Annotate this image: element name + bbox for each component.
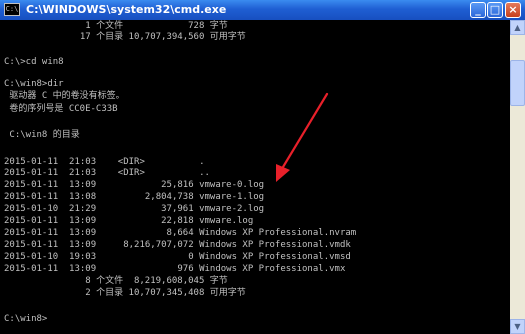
console-line: 2 个目录 10,707,345,408 可用字节 <box>4 288 246 298</box>
minimize-button[interactable]: _ <box>470 2 486 18</box>
console-line: 1 个文件 728 字节 <box>4 21 228 31</box>
console-line: C:\>cd win8 <box>4 57 64 67</box>
console-line: 卷的序列号是 CC0E-C33B <box>4 104 118 114</box>
console-output[interactable]: 1 个文件 728 字节 17 个目录 10,707,394,560 可用字节 … <box>0 20 510 334</box>
cmd-window: C:\ C:\WINDOWS\system32\cmd.exe _ □ × 1 … <box>0 0 525 334</box>
window-title: C:\WINDOWS\system32\cmd.exe <box>26 3 227 16</box>
scrollbar-thumb[interactable] <box>510 60 525 106</box>
console-line: 2015-01-11 13:09 976 Windows XP Professi… <box>4 264 346 274</box>
console-line: 驱动器 C 中的卷没有标签。 <box>4 91 125 101</box>
close-button[interactable]: × <box>505 2 521 18</box>
console-line: 8 个文件 8,219,608,045 字节 <box>4 276 228 286</box>
console-line: 17 个目录 10,707,394,560 可用字节 <box>4 32 246 42</box>
console-line: 2015-01-11 13:09 25,816 vmware-0.log <box>4 180 265 190</box>
console-line: 2015-01-11 13:08 2,804,738 vmware-1.log <box>4 192 265 202</box>
cmd-app-icon[interactable]: C:\ <box>4 3 20 16</box>
console-line: C:\win8 的目录 <box>4 130 80 140</box>
title-bar[interactable]: C:\ C:\WINDOWS\system32\cmd.exe _ □ × <box>0 0 525 20</box>
console-line: 2015-01-11 21:03 <DIR> .. <box>4 168 210 178</box>
console-prompt: C:\win8> <box>4 314 48 324</box>
console-line: 2015-01-11 13:09 22,818 vmware.log <box>4 216 254 226</box>
console-line: C:\win8>dir <box>4 79 64 89</box>
scroll-down-arrow-icon[interactable]: ▼ <box>510 319 525 334</box>
vertical-scrollbar[interactable]: ▲ ▼ <box>510 20 525 334</box>
console-line: 2015-01-11 13:09 8,664 Windows XP Profes… <box>4 228 357 238</box>
console-line: 2015-01-10 19:03 0 Windows XP Profession… <box>4 252 351 262</box>
console-line: 2015-01-11 21:03 <DIR> . <box>4 157 205 167</box>
maximize-button[interactable]: □ <box>487 2 503 18</box>
console-line: 2015-01-10 21:29 37,961 vmware-2.log <box>4 204 265 214</box>
console-line: 2015-01-11 13:09 8,216,707,072 Windows X… <box>4 240 351 250</box>
scroll-up-arrow-icon[interactable]: ▲ <box>510 20 525 35</box>
